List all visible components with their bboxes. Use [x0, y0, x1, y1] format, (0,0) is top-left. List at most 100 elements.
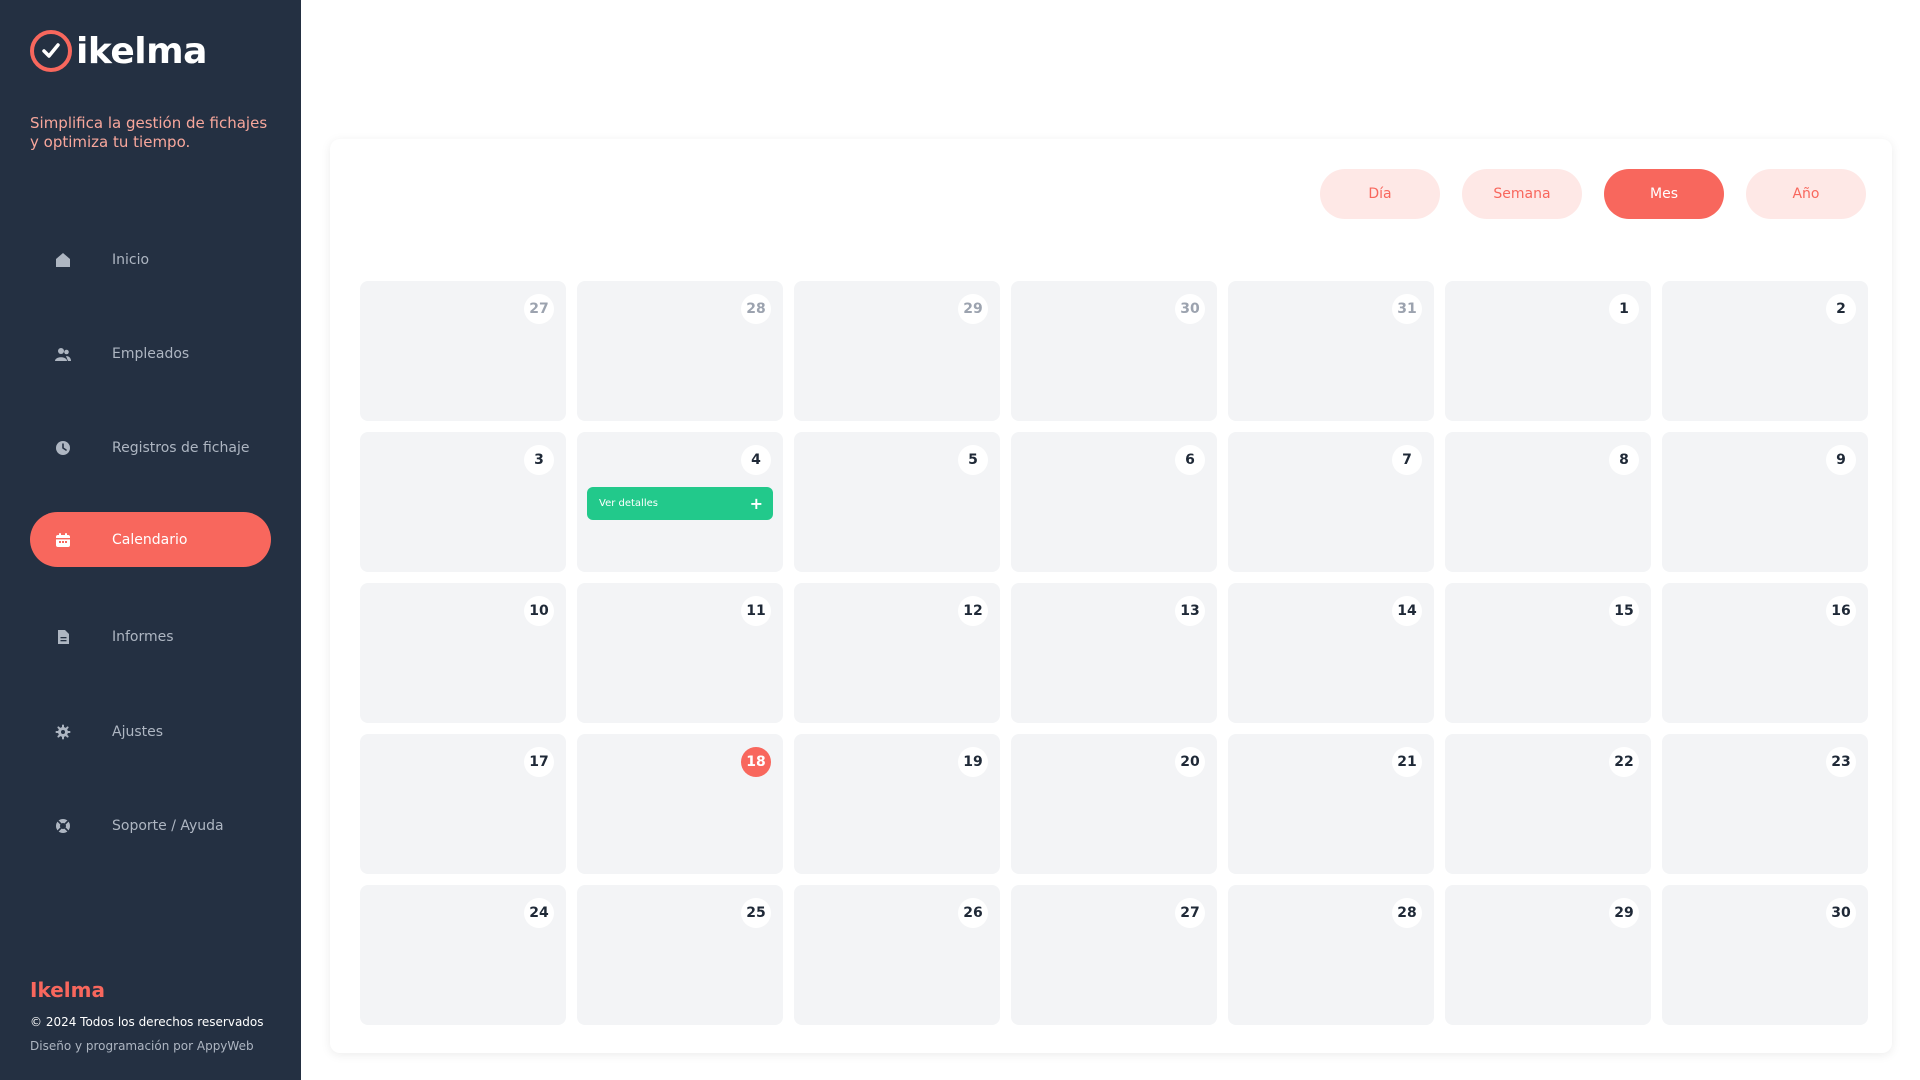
day-cell[interactable]: 6 — [1011, 432, 1217, 572]
plus-icon[interactable]: + — [750, 495, 763, 512]
sidebar-item-label: Inicio — [112, 251, 150, 268]
day-cell[interactable]: 4 Ver detalles + — [577, 432, 783, 572]
day-number: 21 — [1392, 747, 1422, 777]
day-number: 29 — [958, 294, 988, 324]
sidebar-item-label: Calendario — [112, 531, 188, 548]
day-cell[interactable]: 11 — [577, 583, 783, 723]
event-label: Ver detalles — [599, 498, 658, 509]
clock-icon — [54, 439, 72, 457]
day-number: 7 — [1392, 445, 1422, 475]
day-cell[interactable]: 7 — [1228, 432, 1434, 572]
day-cell[interactable]: 28 — [577, 281, 783, 421]
day-number: 22 — [1609, 747, 1639, 777]
day-cell[interactable]: 17 — [360, 734, 566, 874]
sidebar-item-ajustes[interactable]: Ajustes — [30, 704, 271, 759]
sidebar-item-empleados[interactable]: Empleados — [30, 326, 271, 381]
view-week-button[interactable]: Semana — [1462, 169, 1582, 219]
day-cell[interactable]: 24 — [360, 885, 566, 1025]
day-cell[interactable]: 27 — [1011, 885, 1217, 1025]
lifebuoy-icon — [54, 817, 72, 835]
today-badge: 18 — [741, 747, 771, 777]
day-number: 8 — [1609, 445, 1639, 475]
day-cell[interactable]: 22 — [1445, 734, 1651, 874]
sidebar-item-registros[interactable]: Registros de fichaje — [30, 420, 271, 475]
day-cell[interactable]: 19 — [794, 734, 1000, 874]
day-number: 24 — [524, 898, 554, 928]
day-number: 12 — [958, 596, 988, 626]
day-number: 2 — [1826, 294, 1856, 324]
day-number: 25 — [741, 898, 771, 928]
footer-brand: Ikelma — [30, 978, 105, 1002]
day-number: 4 — [741, 445, 771, 475]
day-cell[interactable]: 3 — [360, 432, 566, 572]
calendar-panel: Día Semana Mes Año 27 28 29 30 31 1 2 3 4 Ver det… — [330, 139, 1892, 1053]
day-cell[interactable]: 30 — [1662, 885, 1868, 1025]
day-cell[interactable]: 9 — [1662, 432, 1868, 572]
sidebar-item-label: Soporte / Ayuda — [112, 817, 224, 834]
day-cell[interactable]: 13 — [1011, 583, 1217, 723]
day-cell[interactable]: 29 — [794, 281, 1000, 421]
day-number: 26 — [958, 898, 988, 928]
logo-text: ikelma — [76, 30, 207, 72]
day-cell[interactable]: 27 — [360, 281, 566, 421]
home-icon — [54, 251, 72, 269]
day-cell[interactable]: 31 — [1228, 281, 1434, 421]
day-cell[interactable]: 5 — [794, 432, 1000, 572]
day-number: 27 — [524, 294, 554, 324]
tagline: Simplifica la gestión de fichajes y opti… — [30, 114, 268, 151]
day-number: 28 — [1392, 898, 1422, 928]
day-number: 19 — [958, 747, 988, 777]
day-number: 14 — [1392, 596, 1422, 626]
day-number: 30 — [1175, 294, 1205, 324]
view-month-button[interactable]: Mes — [1604, 169, 1724, 219]
sidebar-item-informes[interactable]: Informes — [30, 609, 271, 664]
day-cell[interactable]: 18 — [577, 734, 783, 874]
sidebar-item-label: Informes — [112, 628, 174, 645]
day-number: 30 — [1826, 898, 1856, 928]
day-cell[interactable]: 12 — [794, 583, 1000, 723]
day-cell[interactable]: 21 — [1228, 734, 1434, 874]
day-cell[interactable]: 29 — [1445, 885, 1651, 1025]
day-cell[interactable]: 2 — [1662, 281, 1868, 421]
footer-credit: Diseño y programación por AppyWeb — [30, 1039, 254, 1053]
day-cell[interactable]: 23 — [1662, 734, 1868, 874]
event-details-button[interactable]: Ver detalles + — [587, 487, 773, 520]
day-cell[interactable]: 14 — [1228, 583, 1434, 723]
sidebar-item-calendario[interactable]: Calendario — [30, 512, 271, 567]
day-cell[interactable]: 10 — [360, 583, 566, 723]
day-number: 23 — [1826, 747, 1856, 777]
day-cell[interactable]: 30 — [1011, 281, 1217, 421]
day-cell[interactable]: 8 — [1445, 432, 1651, 572]
view-day-button[interactable]: Día — [1320, 169, 1440, 219]
sidebar: ikelma Simplifica la gestión de fichajes… — [0, 0, 301, 1080]
day-number: 11 — [741, 596, 771, 626]
day-number: 6 — [1175, 445, 1205, 475]
day-number: 27 — [1175, 898, 1205, 928]
sidebar-item-inicio[interactable]: Inicio — [30, 232, 271, 287]
day-cell[interactable]: 16 — [1662, 583, 1868, 723]
day-number: 20 — [1175, 747, 1205, 777]
day-cell[interactable]: 28 — [1228, 885, 1434, 1025]
day-cell[interactable]: 20 — [1011, 734, 1217, 874]
day-number: 9 — [1826, 445, 1856, 475]
day-number: 5 — [958, 445, 988, 475]
day-number: 31 — [1392, 294, 1422, 324]
day-cell[interactable]: 25 — [577, 885, 783, 1025]
day-cell[interactable]: 26 — [794, 885, 1000, 1025]
gear-icon — [54, 723, 72, 741]
logo[interactable]: ikelma — [30, 30, 207, 72]
sidebar-item-soporte[interactable]: Soporte / Ayuda — [30, 798, 271, 853]
day-number: 10 — [524, 596, 554, 626]
day-number: 1 — [1609, 294, 1639, 324]
sidebar-item-label: Empleados — [112, 345, 190, 362]
day-number: 17 — [524, 747, 554, 777]
day-cell[interactable]: 15 — [1445, 583, 1651, 723]
calendar-icon — [54, 531, 72, 549]
check-circle-icon — [30, 30, 72, 72]
sidebar-item-label: Registros de fichaje — [112, 439, 250, 456]
sidebar-item-label: Ajustes — [112, 723, 164, 740]
day-number: 29 — [1609, 898, 1639, 928]
day-number: 16 — [1826, 596, 1856, 626]
day-cell[interactable]: 1 — [1445, 281, 1651, 421]
view-year-button[interactable]: Año — [1746, 169, 1866, 219]
